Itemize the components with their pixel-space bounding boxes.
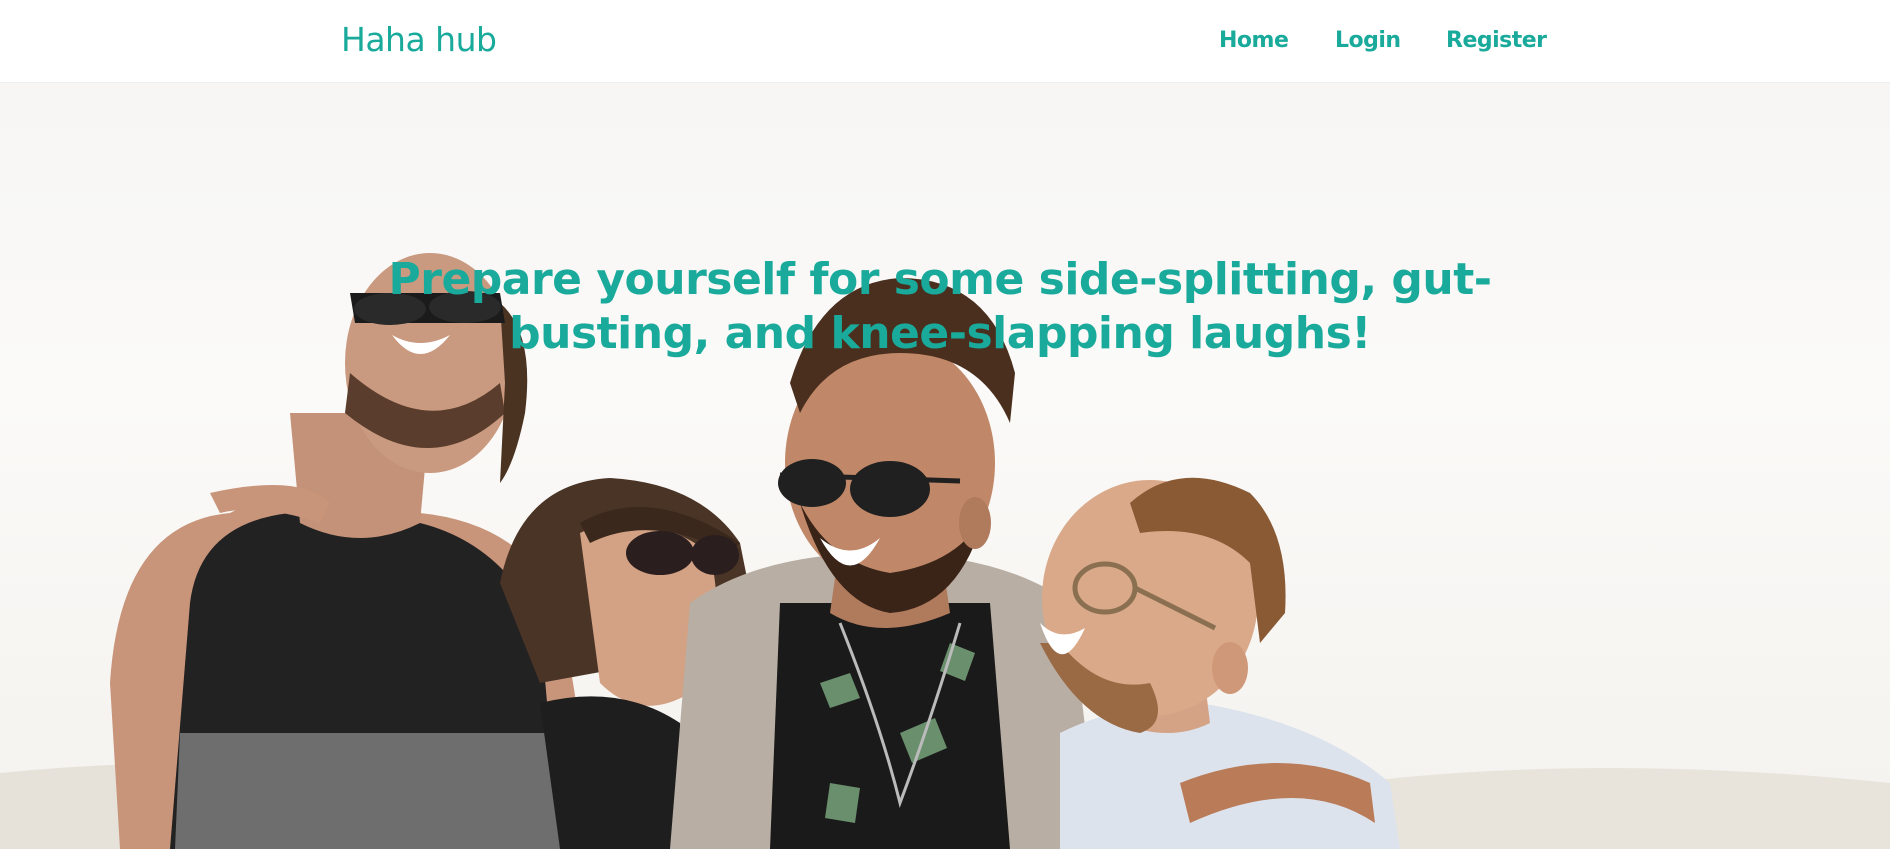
hero-section: Prepare yourself for some side-splitting… [0, 83, 1890, 849]
person-right [1040, 477, 1400, 849]
nav-register-link[interactable]: Register [1446, 28, 1547, 53]
nav-home-link[interactable]: Home [1219, 28, 1289, 53]
nav-login-link[interactable]: Login [1335, 28, 1401, 53]
nav-links: Home Login Register [0, 28, 1890, 58]
hero-headline: Prepare yourself for some side-splitting… [388, 254, 1493, 359]
hero-photo [0, 253, 1890, 849]
top-navbar: Haha hub Home Login Register [0, 0, 1890, 83]
